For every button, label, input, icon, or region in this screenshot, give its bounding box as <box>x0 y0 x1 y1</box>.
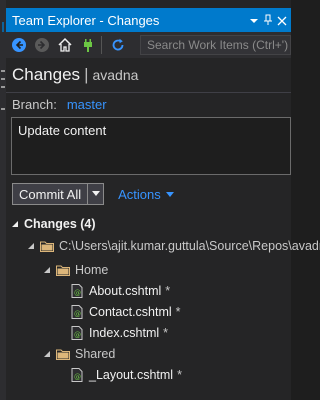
tree-folder-shared[interactable]: Shared <box>42 344 115 364</box>
cshtml-file-icon: @ <box>70 305 84 319</box>
file-change-marker: * <box>175 305 181 319</box>
svg-text:@: @ <box>74 289 81 297</box>
file-change-marker: * <box>163 326 169 340</box>
folder-label: Home <box>75 263 109 277</box>
commit-actions-row: Commit All Actions <box>12 183 174 205</box>
folder-icon <box>56 263 70 277</box>
dock-marker <box>2 22 4 32</box>
forward-arrow-icon <box>35 38 49 52</box>
file-name: Index.cshtml <box>89 326 160 340</box>
expanded-triangle-icon[interactable] <box>42 265 52 275</box>
svg-text:@: @ <box>74 373 81 381</box>
folder-label: Shared <box>75 347 116 361</box>
window-titlebar[interactable]: Team Explorer - Changes <box>6 8 291 32</box>
file-change-marker: * <box>177 368 182 382</box>
toolbar-separator <box>101 36 102 54</box>
tree-folder-home[interactable]: Home <box>42 260 108 280</box>
tree-file-item[interactable]: @ _Layout.cshtml * <box>70 365 182 385</box>
back-button[interactable] <box>9 35 29 55</box>
home-icon <box>58 37 72 52</box>
file-name: Contact.cshtml <box>89 305 172 319</box>
refresh-icon <box>112 38 124 51</box>
refresh-button[interactable] <box>108 35 128 55</box>
pin-icon[interactable] <box>263 11 273 30</box>
connect-button[interactable] <box>78 35 98 55</box>
window-title: Team Explorer - Changes <box>12 12 160 28</box>
actions-label: Actions <box>118 186 161 202</box>
forward-button[interactable] <box>32 35 52 55</box>
commit-dropdown-button[interactable] <box>88 183 105 205</box>
home-button[interactable] <box>55 35 75 55</box>
changes-section-header[interactable]: Changes (4) <box>10 214 96 234</box>
header-divider <box>6 92 291 93</box>
commit-all-button[interactable]: Commit All <box>12 183 89 205</box>
tree-file-item[interactable]: @ About.cshtml * <box>70 281 170 301</box>
tree-root-folder[interactable]: C:\Users\ajit.kumar.guttula\Source\Repos… <box>26 236 320 256</box>
close-icon[interactable] <box>277 11 287 30</box>
repo-name[interactable]: avadna <box>92 67 138 83</box>
title-separator: | <box>84 65 89 84</box>
tree-file-item[interactable]: @ Contact.cshtml * <box>70 302 181 322</box>
expanded-triangle-icon[interactable] <box>42 349 52 359</box>
expanded-triangle-icon[interactable] <box>26 241 36 251</box>
chevron-down-icon <box>165 191 174 197</box>
toolbar: Search Work Items (Ctrl+') <box>6 32 291 58</box>
commit-message-input[interactable]: Update content <box>11 117 291 175</box>
file-name: About.cshtml <box>89 284 162 298</box>
dock-tick <box>1 78 5 80</box>
svg-text:@: @ <box>74 310 81 318</box>
branch-link[interactable]: master <box>67 97 107 112</box>
dock-tick <box>1 86 5 88</box>
page-header: Changes | avadna <box>6 60 291 90</box>
actions-menu[interactable]: Actions <box>118 187 174 202</box>
file-change-marker: * <box>165 284 171 298</box>
dock-tick <box>1 108 5 110</box>
back-arrow-icon <box>12 38 26 52</box>
folder-icon <box>40 239 54 253</box>
branch-row: Branch: master <box>12 97 107 112</box>
search-work-items-input[interactable]: Search Work Items (Ctrl+') <box>140 35 291 55</box>
dock-tick <box>1 70 5 72</box>
plug-icon <box>84 39 92 52</box>
svg-text:@: @ <box>74 331 81 339</box>
chevron-down-icon <box>91 191 100 196</box>
cshtml-file-icon: @ <box>70 368 84 382</box>
cshtml-file-icon: @ <box>70 326 84 340</box>
root-path-label: C:\Users\ajit.kumar.guttula\Source\Repos… <box>59 239 320 253</box>
file-name: _Layout.cshtml <box>89 368 174 382</box>
team-explorer-panel: Team Explorer - Changes Search Work Item… <box>6 0 320 400</box>
page-title: Changes <box>12 65 81 84</box>
tree-file-item[interactable]: @ Index.cshtml * <box>70 323 168 343</box>
folder-icon <box>56 347 70 361</box>
changes-count-label: Changes (4) <box>24 217 96 231</box>
window-dropdown-icon[interactable] <box>249 11 259 30</box>
cshtml-file-icon: @ <box>70 284 84 298</box>
expanded-triangle-icon[interactable] <box>10 219 20 229</box>
branch-label: Branch: <box>12 97 57 112</box>
